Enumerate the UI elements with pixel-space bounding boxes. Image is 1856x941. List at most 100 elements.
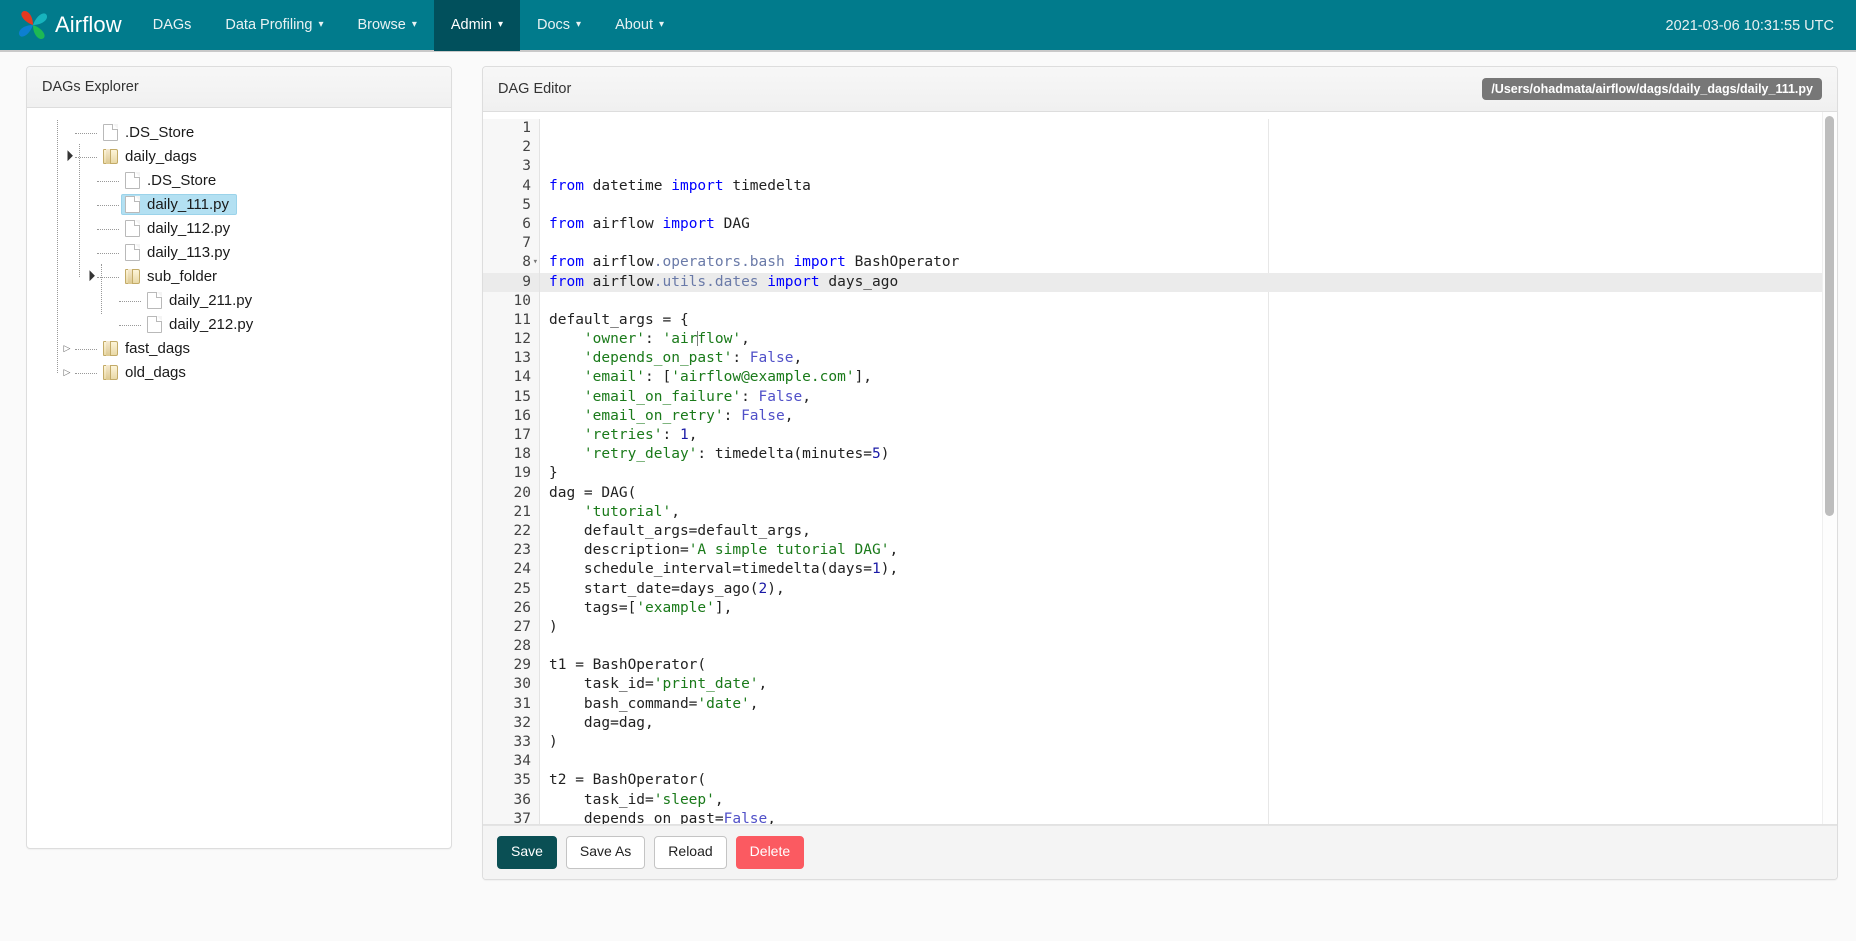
save-button[interactable]: Save — [497, 836, 557, 869]
line-number: 24 — [483, 560, 539, 579]
code-line[interactable]: from airflow.utils.dates import days_ago — [549, 273, 1837, 292]
tree-item-content[interactable]: daily_112.py — [121, 218, 238, 239]
tree-item-fast_dags[interactable]: fast_dags — [37, 336, 441, 360]
code-line[interactable]: 'email_on_failure': False, — [549, 388, 1837, 407]
nav-item-dags[interactable]: DAGs — [136, 0, 209, 51]
tree-item-content[interactable]: daily_212.py — [143, 314, 261, 335]
code-token: 'email' — [549, 369, 645, 385]
tree-guide-line — [101, 264, 102, 314]
line-number: 22 — [483, 522, 539, 541]
code-line[interactable]: description='A simple tutorial DAG', — [549, 541, 1837, 560]
code-line[interactable]: default_args = { — [549, 311, 1837, 330]
code-token: from — [549, 178, 593, 194]
code-line[interactable]: ) — [549, 733, 1837, 752]
code-line[interactable]: 'owner': 'airflow', — [549, 330, 1837, 349]
code-token: 'print_date' — [654, 676, 759, 692]
code-line[interactable]: task_id='print_date', — [549, 675, 1837, 694]
code-token: description= — [549, 542, 689, 558]
tree-item-content[interactable]: daily_211.py — [143, 290, 260, 311]
line-number: 3 — [483, 157, 539, 176]
code-line[interactable]: schedule_interval=timedelta(days=1), — [549, 560, 1837, 579]
collapse-triangle-icon[interactable] — [59, 151, 75, 162]
code-line[interactable] — [549, 752, 1837, 771]
code-line[interactable]: 'depends_on_past': False, — [549, 349, 1837, 368]
tree-item-old_dags[interactable]: old_dags — [37, 360, 441, 384]
code-line[interactable]: dag = DAG( — [549, 484, 1837, 503]
code-token: t2 = BashOperator( — [549, 772, 706, 788]
tree-item-daily_dags[interactable]: daily_dags — [37, 144, 441, 168]
nav-item-about[interactable]: About▾ — [598, 0, 681, 51]
code-line[interactable]: from airflow import DAG — [549, 215, 1837, 234]
tree-item-content[interactable]: daily_dags — [99, 146, 205, 167]
code-line[interactable]: dag=dag, — [549, 714, 1837, 733]
tree-item-content[interactable]: old_dags — [99, 362, 194, 383]
code-token: schedule_interval=timedelta(days= — [549, 561, 872, 577]
reload-button[interactable]: Reload — [654, 836, 726, 869]
fold-arrow-icon[interactable]: ▾ — [533, 253, 538, 272]
tree-item-daily_111py[interactable]: daily_111.py — [37, 192, 441, 216]
code-token: : — [732, 350, 749, 366]
tree-item-content[interactable]: sub_folder — [121, 266, 225, 287]
tree-item-daily_112py[interactable]: daily_112.py — [37, 216, 441, 240]
code-line[interactable]: start_date=days_ago(2), — [549, 580, 1837, 599]
tree-item-content[interactable]: fast_dags — [99, 338, 198, 359]
code-token: default_args = { — [549, 312, 689, 328]
code-line[interactable]: default_args=default_args, — [549, 522, 1837, 541]
brand-link[interactable]: Airflow — [10, 0, 136, 51]
code-editor-surface[interactable]: 12345678▾9101112131415161718192021222324… — [483, 112, 1837, 824]
expand-triangle-icon[interactable] — [59, 367, 75, 378]
line-number: 33 — [483, 733, 539, 752]
code-line[interactable]: 'email': ['airflow@example.com'], — [549, 368, 1837, 387]
tree-item-content[interactable]: daily_111.py — [121, 194, 237, 215]
code-line[interactable]: 'retries': 1, — [549, 426, 1837, 445]
code-line[interactable]: t2 = BashOperator( — [549, 771, 1837, 790]
code-line[interactable]: from airflow.operators.bash import BashO… — [549, 253, 1837, 272]
tree-item-daily_212py[interactable]: daily_212.py — [37, 312, 441, 336]
code-token: import — [793, 254, 854, 270]
folder-icon — [103, 149, 118, 164]
tree-item-content[interactable]: .DS_Store — [121, 170, 224, 191]
code-editor[interactable]: 12345678▾9101112131415161718192021222324… — [483, 112, 1837, 825]
collapse-triangle-icon[interactable] — [81, 271, 97, 282]
tree-connector-line — [119, 325, 141, 326]
code-line[interactable]: tags=['example'], — [549, 599, 1837, 618]
code-line[interactable]: t1 = BashOperator( — [549, 656, 1837, 675]
nav-item-label: Docs — [537, 17, 570, 33]
code-line[interactable]: bash_command='date', — [549, 695, 1837, 714]
nav-item-data-profiling[interactable]: Data Profiling▾ — [208, 0, 340, 51]
line-number: 5 — [483, 196, 539, 215]
code-line[interactable]: 'retry_delay': timedelta(minutes=5) — [549, 445, 1837, 464]
tree-item-content[interactable]: .DS_Store — [99, 122, 202, 143]
tree-item-daily_211py[interactable]: daily_211.py — [37, 288, 441, 312]
tree-item-sub_folder[interactable]: sub_folder — [37, 264, 441, 288]
nav-item-label: DAGs — [153, 17, 192, 33]
line-number: 34 — [483, 752, 539, 771]
tree-item-content[interactable]: daily_113.py — [121, 242, 238, 263]
code-content[interactable]: from datetime import timedelta from airf… — [540, 119, 1837, 824]
tree-item-ds_store[interactable]: .DS_Store — [37, 120, 441, 144]
code-token: dag = DAG( — [549, 485, 636, 501]
tree-item-ds_store[interactable]: .DS_Store — [37, 168, 441, 192]
code-line[interactable]: ) — [549, 618, 1837, 637]
save-as-button[interactable]: Save As — [566, 836, 645, 869]
code-line[interactable]: task_id='sleep', — [549, 791, 1837, 810]
code-token: ], — [855, 369, 872, 385]
code-line[interactable] — [549, 637, 1837, 656]
file-tree[interactable]: .DS_Store daily_dags .DS_Store daily_111.py… — [27, 108, 451, 848]
code-line[interactable] — [549, 292, 1837, 311]
delete-button[interactable]: Delete — [736, 836, 804, 869]
nav-item-admin[interactable]: Admin▾ — [434, 0, 520, 51]
nav-item-browse[interactable]: Browse▾ — [340, 0, 433, 51]
expand-triangle-icon[interactable] — [59, 343, 75, 354]
code-line[interactable]: } — [549, 464, 1837, 483]
code-line[interactable] — [549, 196, 1837, 215]
vertical-scrollbar-thumb[interactable] — [1825, 116, 1834, 516]
code-line[interactable] — [549, 234, 1837, 253]
code-line[interactable]: 'tutorial', — [549, 503, 1837, 522]
code-line[interactable]: from datetime import timedelta — [549, 177, 1837, 196]
code-line[interactable]: depends_on_past=False, — [549, 810, 1837, 824]
code-line[interactable]: 'email_on_retry': False, — [549, 407, 1837, 426]
tree-item-daily_113py[interactable]: daily_113.py — [37, 240, 441, 264]
nav-item-label: Browse — [357, 17, 405, 33]
nav-item-docs[interactable]: Docs▾ — [520, 0, 598, 51]
